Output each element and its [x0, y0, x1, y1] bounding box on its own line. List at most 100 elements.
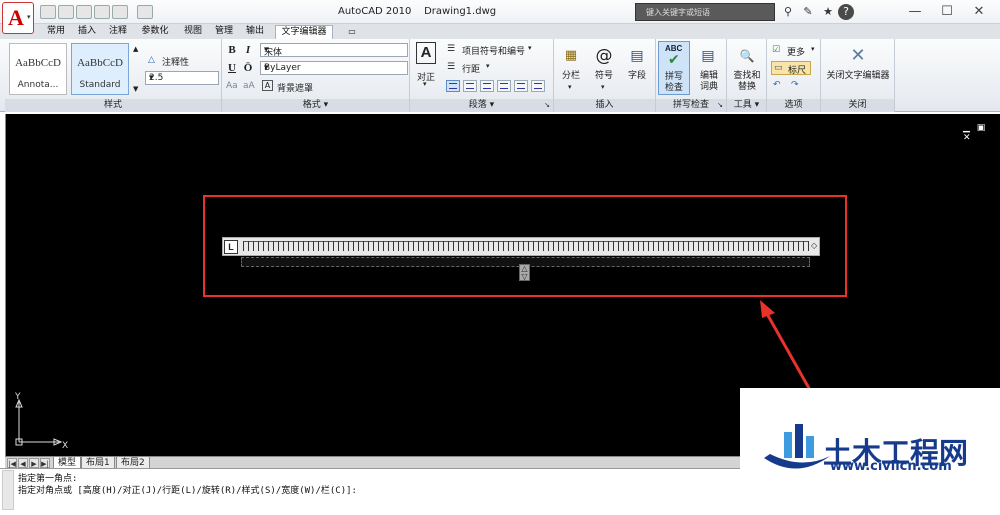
close-panel-title: 关闭 [821, 99, 894, 112]
command-scrollbar[interactable] [2, 470, 14, 510]
search-input[interactable]: 键入关键字或短语 [646, 7, 710, 18]
format-panel: B I 宋体 ▾ U Ō ByLayer ▾ Aa aA A 背景遮罩 格式 ▾ [222, 39, 410, 112]
paragraph-panel-title[interactable]: 段落 ▾ ↘ [410, 99, 553, 112]
ruler-button[interactable]: ▭ 标尺 [771, 61, 811, 76]
tab-insert[interactable]: 插入 [74, 25, 100, 39]
annotative-label[interactable]: 注释性 [162, 55, 189, 68]
align-left-button[interactable] [463, 80, 477, 92]
save-icon[interactable] [76, 5, 92, 19]
tab-view[interactable]: 视图 [180, 25, 206, 39]
print-icon[interactable] [137, 5, 153, 19]
color-select[interactable]: ByLayer ▾ [260, 61, 408, 75]
minimize-button[interactable]: — [898, 2, 932, 22]
viewport-window-controls[interactable]: ▁ ▣ ✕ [963, 123, 1000, 143]
spell-check-button[interactable]: ABC ✔ 拼写 检查 [658, 41, 690, 95]
lowercase-button[interactable]: aA [243, 81, 255, 91]
background-mask-button[interactable]: 背景遮罩 [277, 81, 313, 94]
tab-text-editor[interactable]: 文字编辑器 [275, 25, 333, 39]
undo-icon[interactable]: ↶ [773, 80, 781, 90]
chevron-down-icon: ▾ [149, 73, 154, 83]
prev-tab-icon[interactable]: ◀ [18, 458, 28, 468]
tab-home[interactable]: 常用 [43, 25, 69, 39]
chevron-down-icon: ▾ [264, 45, 269, 55]
tools-panel-title[interactable]: 工具 ▾ [727, 99, 766, 112]
chevron-down-icon[interactable]: ▾ [486, 62, 490, 70]
style-annotative[interactable]: AaBbCcD Annota... [9, 43, 67, 95]
redo-icon[interactable]: ↷ [791, 80, 799, 90]
align-center-button[interactable] [480, 80, 494, 92]
field-button[interactable]: 字段 [624, 71, 650, 82]
chevron-down-icon[interactable]: ▾ [601, 83, 605, 91]
italic-button[interactable]: I [241, 43, 255, 57]
first-tab-icon[interactable]: |◀ [7, 458, 17, 468]
open-icon[interactable] [58, 5, 74, 19]
search-box[interactable]: 键入关键字或短语 [635, 3, 775, 21]
more-button[interactable]: 更多 [787, 45, 805, 58]
scroll-up-icon[interactable]: ▲ [133, 45, 138, 53]
insert-panel: ▦ 分栏 ▾ @ 符号 ▾ ▤ 字段 插入 [554, 39, 656, 112]
tab-output[interactable]: 输出 [242, 25, 268, 39]
options-panel: ☑ 更多 ▾ ▭ 标尺 ↶ ↷ 选项 [767, 39, 821, 112]
columns-button[interactable]: 分栏 [558, 71, 584, 82]
paragraph-panel: A 对正 ▾ ☰ 项目符号和编号 ▾ ☰ 行距 ▾ 段落 ▾ ↘ [410, 39, 554, 112]
scroll-down-icon[interactable]: ▼ [133, 85, 138, 93]
field-icon[interactable]: ▤ [622, 43, 652, 69]
watermark-url: www.civilcn.com [830, 459, 952, 474]
tab-manage[interactable]: 管理 [211, 25, 237, 39]
font-select[interactable]: 宋体 ▾ [260, 43, 408, 58]
ribbon: AaBbCcD Annota... AaBbCcD Standard ▲ ▼ △… [0, 39, 1000, 112]
text-height-input[interactable]: 2.5 ▾ [145, 71, 219, 85]
bold-button[interactable]: B [225, 43, 239, 57]
watermark-logo-icon [764, 424, 830, 469]
style-panel: AaBbCcD Annota... AaBbCcD Standard ▲ ▼ △… [5, 39, 222, 112]
star-icon[interactable]: ★ [820, 4, 836, 20]
align-right-button[interactable] [497, 80, 511, 92]
find-replace-icon[interactable]: 🔍 [732, 43, 762, 69]
wrench-icon[interactable]: ✎ [800, 4, 816, 20]
at-symbol-icon[interactable]: @ [589, 43, 619, 69]
binoculars-icon[interactable]: ⚲ [780, 4, 796, 20]
chevron-down-icon: ▾ [323, 100, 329, 110]
dictionary-icon[interactable]: ▤ [693, 43, 723, 69]
annotative-icon: △ [148, 55, 155, 65]
chevron-down-icon[interactable]: ▾ [568, 83, 572, 91]
tab-parametric[interactable]: 参数化 [137, 25, 173, 39]
chevron-down-icon[interactable]: ▾ [528, 44, 532, 52]
new-icon[interactable] [40, 5, 56, 19]
close-text-editor-button[interactable]: 关闭文字编辑器 [821, 71, 895, 82]
chevron-down-icon[interactable]: ▾ [423, 80, 427, 88]
bullets-button[interactable]: 项目符号和编号 [462, 44, 525, 57]
edit-dictionary-button[interactable]: 编辑 [694, 71, 724, 82]
columns-icon[interactable]: ▦ [556, 43, 586, 69]
panel-launcher-icon[interactable]: ↘ [717, 99, 723, 112]
last-tab-icon[interactable]: ▶| [40, 458, 50, 468]
align-justify-button[interactable] [514, 80, 528, 92]
help-icon[interactable]: ? [838, 4, 854, 20]
spell-check-panel-title: 拼写检查 ↘ [656, 99, 726, 112]
tab-annotate[interactable]: 注释 [105, 25, 131, 39]
justification-icon[interactable]: A [416, 42, 436, 64]
chevron-down-icon: ▾ [27, 13, 31, 21]
underline-button[interactable]: U [225, 61, 239, 75]
panel-launcher-icon[interactable]: ↘ [544, 99, 550, 112]
chevron-down-icon[interactable]: ▾ [811, 45, 815, 53]
symbol-button[interactable]: 符号 [591, 71, 617, 82]
ribbon-minimize-icon[interactable]: ▭ [344, 25, 360, 39]
autocad-logo-icon: A [8, 5, 24, 30]
close-button[interactable]: ✕ [962, 2, 996, 22]
format-panel-title[interactable]: 格式 ▾ [222, 99, 409, 112]
application-menu-button[interactable]: A ▾ [2, 2, 34, 34]
redo-icon[interactable] [112, 5, 128, 19]
find-replace-button[interactable]: 查找和 [727, 71, 767, 82]
uppercase-button[interactable]: Aa [226, 81, 238, 91]
style-annotative-label: Annota... [17, 80, 59, 90]
overline-button[interactable]: Ō [241, 61, 255, 75]
next-tab-icon[interactable]: ▶ [29, 458, 39, 468]
style-standard[interactable]: AaBbCcD Standard [71, 43, 129, 95]
close-editor-icon[interactable]: ✕ [843, 43, 873, 69]
line-spacing-button[interactable]: 行距 [462, 62, 480, 75]
undo-icon[interactable] [94, 5, 110, 19]
maximize-button[interactable]: ☐ [930, 2, 964, 22]
align-default-button[interactable] [446, 80, 460, 92]
align-distribute-button[interactable] [531, 80, 545, 92]
